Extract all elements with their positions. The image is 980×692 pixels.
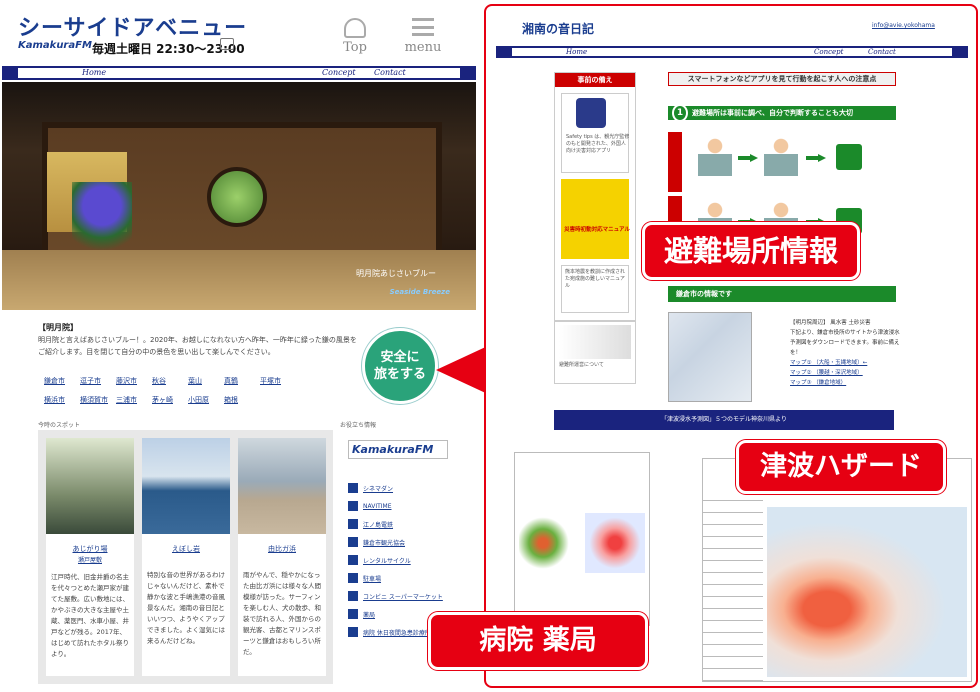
spot-photo: [46, 438, 134, 534]
hamburger-icon: [412, 18, 434, 36]
bicycle-icon: [348, 555, 358, 565]
step-heading: 1 避難場所は事前に調べ、自分で判断することも大切: [668, 104, 896, 122]
link-item[interactable]: レンタルサイクル: [348, 551, 448, 569]
panel-title[interactable]: 湘南の音日記: [522, 20, 594, 37]
disaster-info-panel: 湘南の音日記 info@avie.yokohama Home Concept C…: [484, 4, 978, 688]
safe-travel-button[interactable]: 安全に 旅をする: [362, 328, 438, 404]
area-link[interactable]: 三浦市: [116, 395, 152, 406]
map-link-3[interactable]: マップ③ （鎌倉地域）: [790, 378, 900, 388]
nav-contact[interactable]: Contact: [868, 48, 896, 56]
evacuation-guide-card[interactable]: 避難所運営について: [554, 320, 636, 384]
site-title[interactable]: シーサイドアベニュー: [18, 10, 247, 42]
callout-hospital: 病院 薬局: [428, 612, 648, 670]
area-link[interactable]: 横須賀市: [80, 395, 116, 406]
nav-home[interactable]: Home: [82, 68, 106, 77]
link-item[interactable]: 鎌倉市観光協会: [348, 533, 448, 551]
area-link[interactable]: 秋谷: [152, 376, 188, 387]
link-item[interactable]: 江ノ島電鉄: [348, 515, 448, 533]
tsunami-document-thumbnail[interactable]: [514, 452, 650, 626]
nav-concept[interactable]: Concept: [814, 48, 843, 56]
train-icon: [348, 519, 358, 529]
intro-text: 明月院と言えばあじさいブルー！。2020年、お越しになれない方へ昨年、一昨年に録…: [38, 336, 357, 356]
area-link[interactable]: 茅ヶ崎: [152, 395, 188, 406]
left-website: シーサイドアベニュー KamakuraFM 毎週土曜日 22:30～23:00 …: [0, 0, 478, 692]
top-button[interactable]: Top: [330, 18, 380, 62]
hero-caption: 明月院あじさいブルー: [356, 269, 436, 278]
link-item[interactable]: シネマダン: [348, 479, 448, 497]
contact-email[interactable]: info@avie.yokohama: [872, 22, 935, 29]
pharmacy-icon: [348, 609, 358, 619]
hospital-icon: [348, 627, 358, 637]
nav-concept[interactable]: Concept: [322, 68, 356, 77]
preparation-header: 事前の備え: [555, 73, 635, 87]
map-link-2[interactable]: マップ② （腰越・深沢地域）: [790, 368, 900, 378]
area-link[interactable]: 小田原: [188, 395, 224, 406]
spot-photo: [238, 438, 326, 534]
radio-icon: [220, 38, 234, 50]
store-icon: [348, 591, 358, 601]
callout-evacuation: 避難場所情報: [642, 222, 860, 280]
hero-image: 明月院あじさいブルー Seaside Breeze: [2, 82, 476, 310]
tsunami-map-bar[interactable]: 「津波浸水予測図」５つのモデル神奈川県より: [554, 410, 894, 430]
link-item[interactable]: 駐車場: [348, 569, 448, 587]
area-link[interactable]: 横浜市: [44, 395, 80, 406]
spot-card[interactable]: えぼし岩 特別な音の世界があるわけじゃないんだけど、素朴で静かな波と手嶋漁港の音…: [142, 438, 230, 676]
area-link[interactable]: 箱根: [224, 395, 260, 406]
map-link-1[interactable]: マップ① （大船・玉縄地域）←: [790, 358, 900, 368]
nav-home[interactable]: Home: [566, 48, 587, 56]
nav-contact[interactable]: Contact: [374, 68, 406, 77]
app-icon: [576, 98, 606, 128]
evacuation-icon: [559, 325, 631, 359]
spot-card[interactable]: あじがり場 瀬戸屋敷 江戸時代、旧金井爵の名主を代々つとめた瀬戸家が建てた屋敷。…: [46, 438, 134, 676]
spot-photo: [142, 438, 230, 534]
callout-tsunami: 津波ハザード: [736, 440, 946, 494]
info-label: お役立ち情報: [340, 422, 377, 429]
spot-card[interactable]: 由比ガ浜 雨がやんで、穏やかになった由比ガ浜には様々な人間模様が訪った。サーフィ…: [238, 438, 326, 676]
safety-app-card[interactable]: Safety tips は、観光庁監修のもと開発された、外国人向け災害対応アプリ: [561, 93, 629, 173]
area-link[interactable]: 葉山: [188, 376, 224, 387]
area-link[interactable]: 逗子市: [80, 376, 116, 387]
film-icon: [348, 483, 358, 493]
manual-note: 熊本地震を教訓に作成された宛成施の難しいマニュアル: [561, 265, 629, 313]
manual-card[interactable]: 災害時初動対応マニュアル: [561, 179, 630, 259]
kamakura-fm-logo[interactable]: KamakuraFM: [18, 40, 92, 56]
navigation-icon: [348, 501, 358, 511]
home-icon: [344, 18, 366, 38]
kamakura-info-text: 【明月院周辺】 風水害 土砂災害 下記より、鎌倉市役所のサイトから津波浸水予測図…: [790, 320, 900, 388]
panel-nav-bar: Home Concept Contact: [496, 46, 968, 58]
kamakura-fm-banner[interactable]: KamakuraFM: [348, 440, 448, 459]
cautions-title: スマートフォンなどアプリを見て行動を起こす人への注意点: [668, 72, 896, 86]
parking-icon: [348, 573, 358, 583]
info-icon: [348, 537, 358, 547]
preparation-column: 事前の備え Safety tips は、観光庁監修のもと開発された、外国人向け災…: [554, 72, 636, 322]
area-links: 鎌倉市 逗子市 藤沢市 秋谷 葉山 真鶴 平塚市横浜市 横須賀市 三浦市 茅ヶ崎 小田原 箱根: [44, 368, 304, 406]
exit-icon: [836, 144, 862, 170]
hero-tag: Seaside Breeze: [389, 288, 450, 296]
area-link[interactable]: 真鶴: [224, 376, 260, 387]
area-link[interactable]: 平塚市: [260, 376, 296, 387]
kamakura-info-bar: 鎌倉市の情報です: [668, 286, 896, 302]
area-link[interactable]: 鎌倉市: [44, 376, 80, 387]
area-link[interactable]: 藤沢市: [116, 376, 152, 387]
link-item[interactable]: NAVITIME: [348, 497, 448, 515]
nav-bar: Home Concept Contact: [2, 66, 476, 80]
menu-button[interactable]: menu: [398, 18, 448, 62]
area-map-thumbnail[interactable]: [668, 312, 752, 402]
intro-title: 【明月院】: [38, 323, 78, 332]
useful-links: KamakuraFM シネマダン NAVITIME 江ノ島電鉄 鎌倉市観光協会 …: [348, 440, 448, 641]
spots-panel: あじがり場 瀬戸屋敷 江戸時代、旧金井爵の名主を代々つとめた瀬戸家が建てた屋敷。…: [38, 430, 333, 684]
link-item[interactable]: コンビニ スーパーマーケット: [348, 587, 448, 605]
spots-label: 今時のスポット: [38, 422, 81, 429]
